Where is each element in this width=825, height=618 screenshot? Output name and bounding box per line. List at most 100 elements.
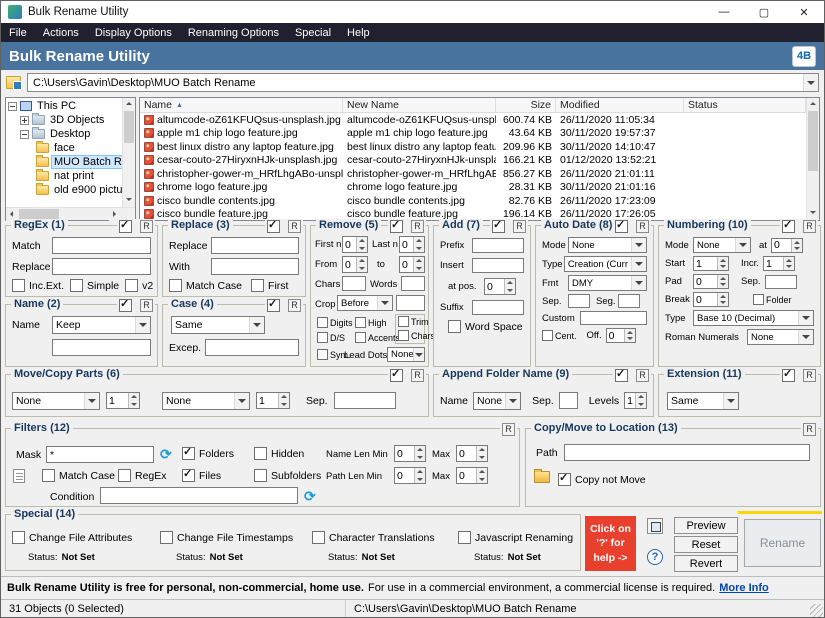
from-spinner[interactable]: 0 bbox=[342, 256, 368, 273]
spinner-buttons[interactable] bbox=[414, 446, 425, 461]
spinner-buttons[interactable] bbox=[413, 257, 424, 272]
tree-item-face[interactable]: face bbox=[36, 141, 122, 155]
break-spinner[interactable]: 0 bbox=[693, 292, 729, 307]
move-copy-sep-input[interactable] bbox=[334, 392, 396, 409]
word-space-checkbox[interactable]: Word Space bbox=[448, 320, 523, 333]
first-checkbox[interactable]: First bbox=[251, 279, 288, 292]
spinner-buttons[interactable] bbox=[635, 393, 646, 408]
browse-folder-icon[interactable] bbox=[534, 471, 550, 483]
popout-button[interactable] bbox=[647, 518, 663, 534]
to-spinner[interactable]: 0 bbox=[399, 256, 425, 273]
chevron-down-icon[interactable] bbox=[135, 317, 150, 333]
match-case-checkbox[interactable]: Match Case bbox=[169, 279, 242, 292]
chevron-down-icon[interactable] bbox=[631, 238, 646, 252]
spinner-buttons[interactable] bbox=[624, 329, 635, 342]
words-input[interactable] bbox=[401, 276, 425, 291]
date-type-select[interactable]: Creation (Curr bbox=[564, 256, 647, 272]
file-row[interactable]: cisco bundle contents.jpg cisco bundle c… bbox=[140, 194, 806, 208]
chevron-down-icon[interactable] bbox=[798, 330, 813, 344]
numbering-mode-select[interactable]: None bbox=[693, 237, 751, 253]
digits-checkbox[interactable]: Digits bbox=[317, 317, 353, 328]
name-input[interactable] bbox=[52, 339, 151, 356]
file-row[interactable]: apple m1 chip logo feature.jpg apple m1 … bbox=[140, 127, 806, 141]
column-header-size[interactable]: Size bbox=[496, 98, 556, 112]
character-translations-checkbox[interactable]: Character Translations bbox=[312, 531, 435, 544]
append-folder-sep-input[interactable] bbox=[559, 392, 578, 409]
name-len-min-spinner[interactable]: 0 bbox=[394, 445, 426, 462]
trim-checkbox[interactable]: Trim bbox=[398, 316, 429, 327]
files-checkbox[interactable]: Files bbox=[182, 469, 221, 482]
tree-item-nat-print[interactable]: nat print bbox=[36, 169, 122, 183]
chevron-down-icon[interactable] bbox=[234, 393, 249, 409]
case-mode-select[interactable]: Same bbox=[171, 316, 265, 334]
scroll-thumb[interactable] bbox=[124, 111, 134, 143]
spinner-buttons[interactable] bbox=[128, 393, 139, 408]
high-checkbox[interactable]: High bbox=[355, 317, 387, 328]
column-header-modified[interactable]: Modified bbox=[556, 98, 684, 112]
tree-vertical-scrollbar[interactable] bbox=[122, 98, 135, 207]
tree-item-old-e900-picture[interactable]: old e900 picture bbox=[36, 183, 122, 197]
spinner-buttons[interactable] bbox=[717, 275, 728, 288]
date-format-select[interactable]: DMY bbox=[568, 275, 647, 291]
numbering-type-select[interactable]: Base 10 (Decimal) bbox=[693, 310, 814, 326]
menu-special[interactable]: Special bbox=[287, 27, 339, 39]
help-question-button[interactable]: ? bbox=[647, 549, 663, 565]
tree-item-muo-batch-rename[interactable]: MUO Batch Rename bbox=[36, 155, 122, 169]
filter-clipboard-icon[interactable] bbox=[13, 469, 25, 483]
chevron-down-icon[interactable] bbox=[735, 238, 750, 252]
scroll-thumb[interactable] bbox=[808, 111, 818, 171]
folder-checkbox[interactable]: Folder bbox=[753, 294, 792, 305]
reset-button[interactable]: Reset bbox=[674, 536, 738, 553]
menu-help[interactable]: Help bbox=[339, 27, 378, 39]
column-header-name[interactable]: Name▲ bbox=[140, 98, 343, 112]
move-copy-count2-spinner[interactable]: 1 bbox=[256, 392, 290, 409]
with-input[interactable] bbox=[211, 258, 299, 275]
menu-file[interactable]: File bbox=[1, 27, 35, 39]
v2-checkbox[interactable]: v2 bbox=[125, 279, 153, 292]
change-file-attributes-checkbox[interactable]: Change File Attributes bbox=[12, 531, 132, 544]
chevron-down-icon[interactable] bbox=[631, 257, 646, 271]
file-row[interactable]: altumcode-oZ61KFUQsus-unsplash.jpg altum… bbox=[140, 113, 806, 127]
filelist-vertical-scrollbar[interactable] bbox=[806, 98, 819, 220]
chevron-down-icon[interactable] bbox=[798, 311, 813, 325]
numbering-sep-input[interactable] bbox=[765, 275, 797, 289]
chars-input[interactable] bbox=[342, 276, 366, 291]
ds-checkbox[interactable]: D/S bbox=[317, 332, 345, 343]
filter-match-case-checkbox[interactable]: Match Case bbox=[42, 469, 115, 482]
accents-checkbox[interactable]: Accents bbox=[355, 332, 400, 343]
filter-regex-checkbox[interactable]: RegEx bbox=[118, 469, 167, 482]
collapse-icon[interactable] bbox=[8, 102, 17, 111]
scroll-up-icon[interactable] bbox=[123, 98, 135, 111]
copy-not-move-checkbox[interactable]: Copy not Move bbox=[558, 473, 646, 486]
file-row[interactable]: cesar-couto-27HiryxnHJk-unsplash.jpg ces… bbox=[140, 154, 806, 168]
javascript-renaming-checkbox[interactable]: Javascript Renaming bbox=[458, 531, 573, 544]
extension-mode-select[interactable]: Same bbox=[667, 392, 739, 410]
tree-item-3d-objects[interactable]: 3D Objects bbox=[20, 113, 122, 127]
chars-checkbox[interactable]: Chars bbox=[398, 330, 435, 341]
tree-item-desktop[interactable]: Desktop bbox=[20, 127, 122, 141]
exceptions-input[interactable] bbox=[205, 339, 299, 356]
expand-icon[interactable] bbox=[20, 116, 29, 125]
column-header-status[interactable]: Status bbox=[684, 98, 806, 112]
revert-button[interactable]: Revert bbox=[674, 555, 738, 572]
path-len-max-spinner[interactable]: 0 bbox=[456, 467, 488, 484]
spinner-buttons[interactable] bbox=[476, 446, 487, 461]
at-spinner[interactable]: 0 bbox=[771, 238, 803, 253]
regex-replace-input[interactable] bbox=[52, 258, 151, 275]
chevron-down-icon[interactable] bbox=[84, 393, 99, 409]
pad-spinner[interactable]: 0 bbox=[693, 274, 729, 289]
chevron-down-icon[interactable] bbox=[413, 348, 424, 361]
at-pos-spinner[interactable]: 0 bbox=[484, 278, 516, 295]
menu-display-options[interactable]: Display Options bbox=[87, 27, 180, 39]
name-len-max-spinner[interactable]: 0 bbox=[456, 445, 488, 462]
spinner-buttons[interactable] bbox=[791, 239, 802, 252]
simple-checkbox[interactable]: Simple bbox=[70, 279, 119, 292]
date-mode-select[interactable]: None bbox=[568, 237, 647, 253]
preview-button[interactable]: Preview bbox=[674, 517, 738, 534]
help-highlight-button[interactable]: Click on '?' for help -> bbox=[585, 516, 636, 571]
hidden-checkbox[interactable]: Hidden bbox=[254, 447, 304, 460]
folders-checkbox[interactable]: Folders bbox=[182, 447, 234, 460]
start-spinner[interactable]: 1 bbox=[693, 256, 729, 271]
insert-input[interactable] bbox=[472, 258, 524, 273]
move-copy-from-select[interactable]: None bbox=[12, 392, 100, 410]
